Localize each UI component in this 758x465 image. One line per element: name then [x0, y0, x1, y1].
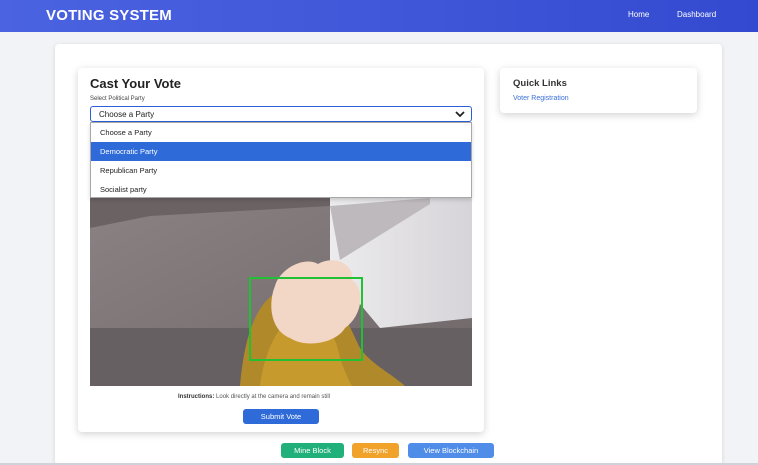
party-select[interactable]: Choose a Party	[90, 106, 472, 122]
view-blockchain-button[interactable]: View Blockchain	[408, 443, 494, 458]
chevron-down-icon	[455, 111, 465, 118]
instructions-label: Instructions:	[178, 394, 215, 400]
nav-link-dashboard[interactable]: Dashboard	[677, 10, 716, 19]
brand-logo[interactable]: VOTING SYSTEM	[46, 7, 172, 24]
party-option[interactable]: Socialist party	[91, 180, 471, 199]
voter-registration-link[interactable]: Voter Registration	[513, 95, 569, 102]
mine-block-button[interactable]: Mine Block	[281, 443, 344, 458]
party-option[interactable]: Choose a Party	[91, 123, 471, 142]
camera-feed	[90, 198, 472, 386]
page-title: Cast Your Vote	[90, 76, 182, 91]
instructions-text: Instructions: Look directly at the camer…	[178, 394, 330, 400]
submit-vote-button[interactable]: Submit Vote	[243, 409, 319, 424]
party-select-label: Select Political Party	[90, 96, 145, 102]
party-option-selected[interactable]: Democratic Party	[91, 142, 471, 161]
quick-links-title: Quick Links	[513, 78, 567, 89]
nav-link-home[interactable]: Home	[628, 10, 649, 19]
resync-button[interactable]: Resync	[352, 443, 399, 458]
navbar: VOTING SYSTEM Home Dashboard	[0, 0, 758, 32]
camera-frame-image	[90, 198, 472, 386]
instructions-body: Look directly at the camera and remain s…	[216, 394, 331, 400]
party-select-value: Choose a Party	[99, 110, 155, 119]
party-option[interactable]: Republican Party	[91, 161, 471, 180]
party-dropdown-list: Choose a Party Democratic Party Republic…	[90, 122, 472, 198]
quick-links-card	[500, 68, 697, 113]
